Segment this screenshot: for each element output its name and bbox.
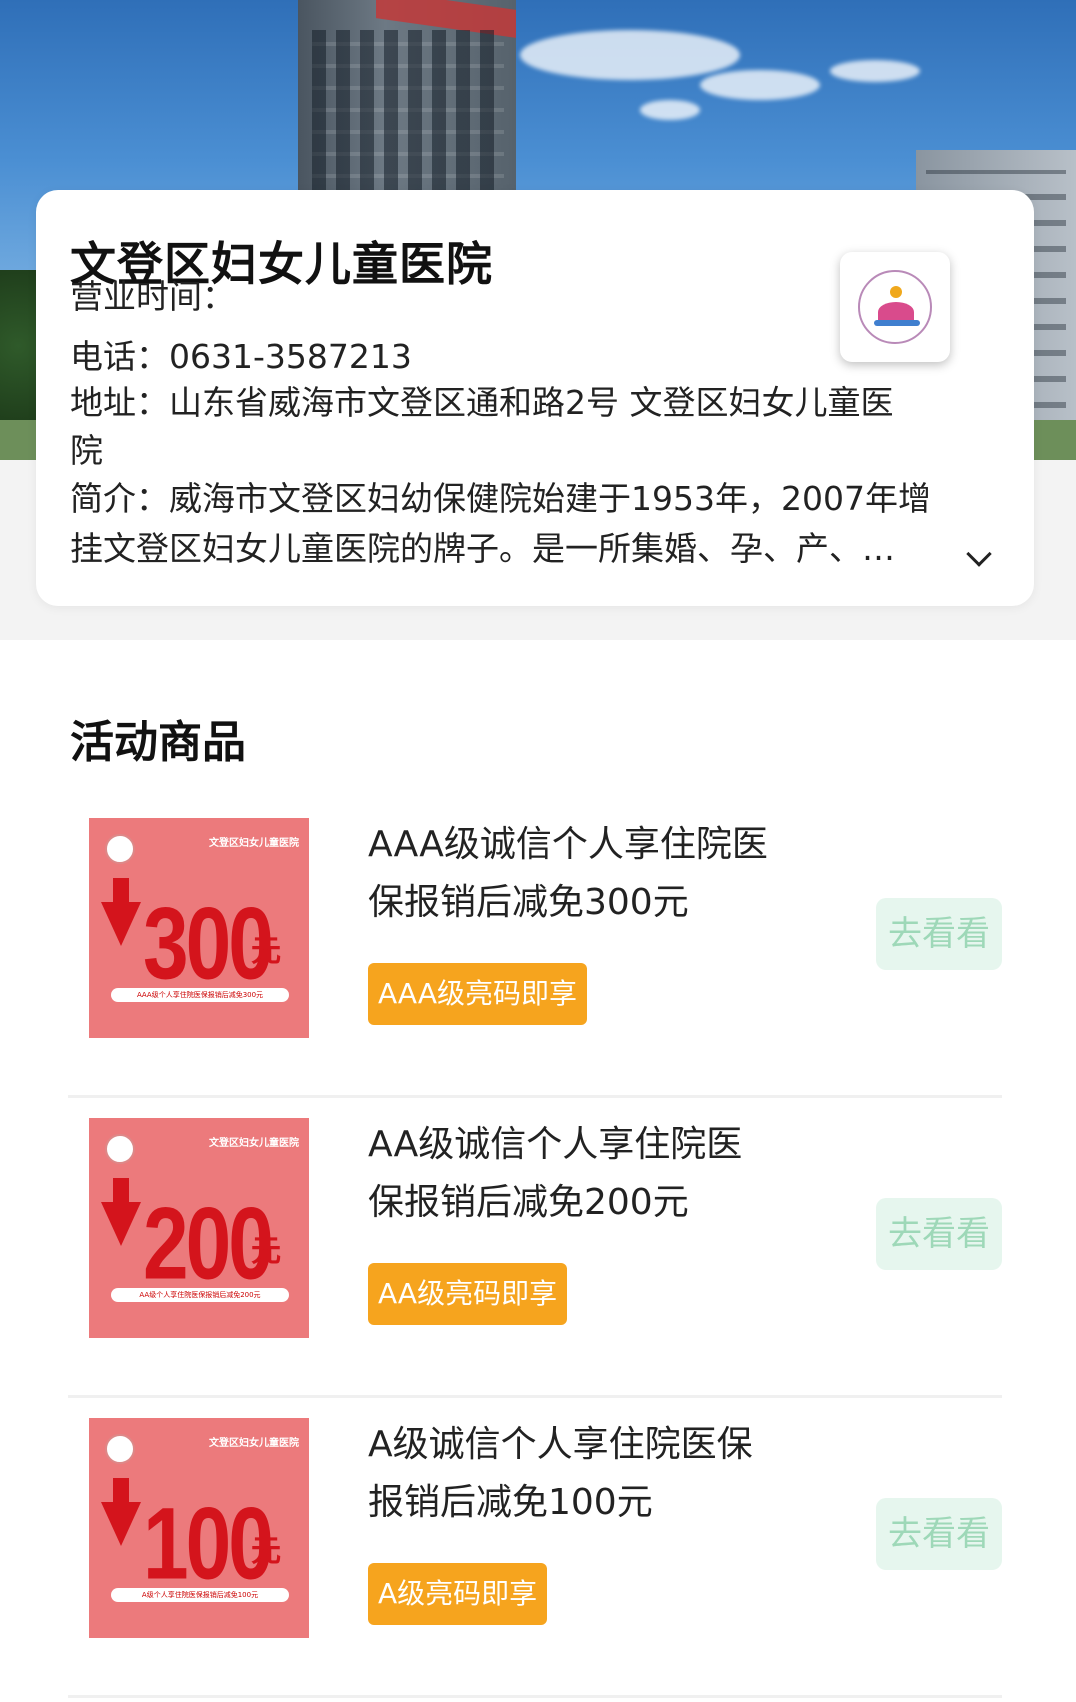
intro-line-2: 挂文登区妇女儿童医院的牌子。是一所集婚、孕、产、… [70,529,895,568]
address-line-1: 地址：山东省威海市文登区通和路2号 文登区妇女儿童医 [70,383,894,422]
cloud [700,70,820,100]
down-arrow-head [101,1202,141,1246]
product-thumbnail[interactable]: 文登区妇女儿童医院 300 元 AAA级个人享住院医保报销后减免300元 [89,818,309,1038]
thumb-hospital-name: 文登区妇女儿童医院 [209,838,299,849]
thumb-unit: 元 [251,934,281,969]
product-description: A级诚信个人享住院医保 报销后减免100元 [368,1416,828,1532]
view-button[interactable]: 去看看 [876,898,1002,970]
product-item[interactable]: 文登区妇女儿童医院 200 元 AA级个人享住院医保报销后减免200元 AA级诚… [68,1098,1002,1398]
product-thumbnail[interactable]: 文登区妇女儿童医院 100 元 A级个人享住院医保报销后减免100元 [89,1418,309,1638]
desc-line-2: 保报销后减免300元 [368,882,689,923]
product-description: AA级诚信个人享住院医 保报销后减免200元 [368,1116,828,1232]
hospital-logo-icon [105,834,135,864]
business-hours: 营业时间： [70,277,235,316]
section-title: 活动商品 [70,717,246,768]
credit-badge: AA级亮码即享 [368,1263,568,1325]
desc-line-1: A级诚信个人享住院医保 [368,1424,753,1465]
product-thumbnail[interactable]: 文登区妇女儿童医院 200 元 AA级个人享住院医保报销后减免200元 [89,1118,309,1338]
phone-line[interactable]: 电话：0631-3587213 [70,332,412,382]
credit-badge: AAA级亮码即享 [368,963,588,1025]
hospital-building [298,0,516,200]
thumb-caption: A级个人享住院医保报销后减免100元 [111,1588,289,1602]
thumb-hospital-name: 文登区妇女儿童医院 [209,1138,299,1149]
address-line-2: 院 [70,431,103,470]
desc-line-1: AA级诚信个人享住院医 [368,1124,743,1165]
down-arrow-head [101,902,141,946]
thumb-unit: 元 [251,1234,281,1269]
down-arrow-head [101,1502,141,1546]
hospital-logo-icon [105,1134,135,1164]
product-item[interactable]: 文登区妇女儿童医院 300 元 AAA级个人享住院医保报销后减免300元 AAA… [68,798,1002,1098]
thumb-caption: AAA级个人享住院医保报销后减免300元 [111,988,289,1002]
expand-chevron-icon[interactable] [966,541,992,567]
product-description: AAA级诚信个人享住院医 保报销后减免300元 [368,816,828,932]
intro-line-1: 简介：威海市文登区妇幼保健院始建于1953年，2007年增 [70,479,931,518]
thumb-hospital-name: 文登区妇女儿童医院 [209,1438,299,1449]
view-button[interactable]: 去看看 [876,1198,1002,1270]
thumb-caption: AA级个人享住院医保报销后减免200元 [111,1288,289,1302]
hospital-logo-icon [105,1434,135,1464]
desc-line-1: AAA级诚信个人享住院医 [368,824,768,865]
cloud [520,30,740,80]
cloud [640,100,700,120]
cloud [830,60,920,82]
divider [68,1695,1002,1698]
credit-badge: A级亮码即享 [368,1563,548,1625]
desc-line-2: 报销后减免100元 [368,1482,653,1523]
desc-line-2: 保报销后减免200元 [368,1182,689,1223]
thumb-unit: 元 [251,1534,281,1569]
product-item[interactable]: 文登区妇女儿童医院 100 元 A级个人享住院医保报销后减免100元 A级诚信个… [68,1398,1002,1698]
view-button[interactable]: 去看看 [876,1498,1002,1570]
hospital-info-card: 文登区妇女儿童医院 营业时间： 电话：0631-3587213 地址：山东省威海… [36,190,1034,606]
hospital-logo [840,252,950,362]
